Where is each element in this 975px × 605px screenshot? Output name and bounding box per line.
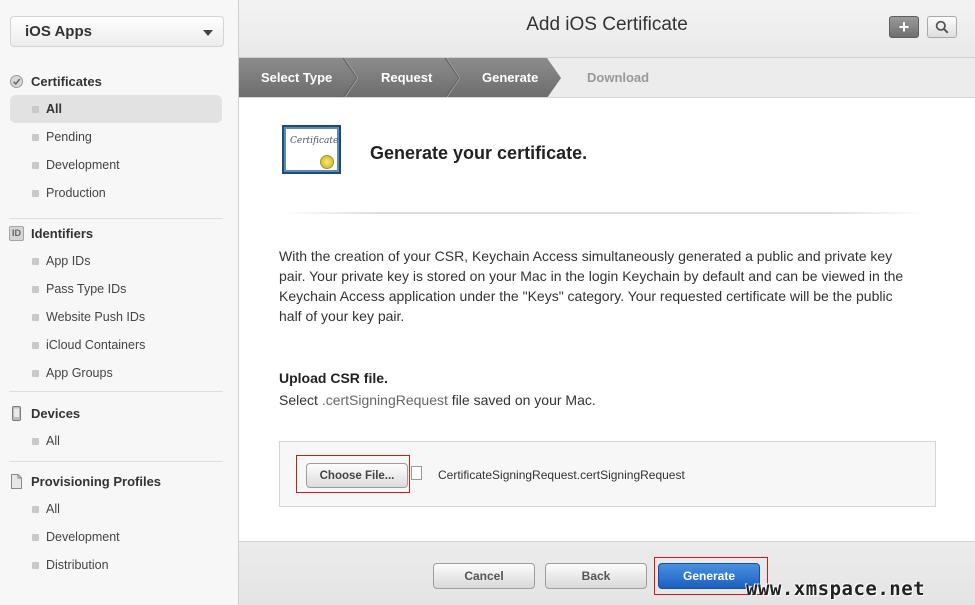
sidebar-item-label: iCloud Containers bbox=[46, 338, 146, 352]
page-header: Add iOS Certificate + bbox=[239, 0, 975, 58]
section-header-devices[interactable]: Devices bbox=[0, 399, 238, 427]
certificate-icon: Certificate bbox=[282, 125, 341, 174]
sidebar-item-label: All bbox=[46, 502, 60, 516]
step-separator-icon bbox=[444, 58, 460, 97]
app-type-select[interactable]: iOS Apps bbox=[10, 16, 224, 47]
sidebar-divider bbox=[9, 461, 223, 462]
section-title: Identifiers bbox=[31, 225, 94, 241]
sidebar-item-label: Distribution bbox=[46, 558, 109, 572]
certificate-icon-text: Certificate bbox=[290, 136, 339, 146]
app-type-select-label: iOS Apps bbox=[25, 23, 92, 40]
section-provisioning-profiles: Provisioning Profiles All Development Di… bbox=[0, 467, 238, 579]
step-download: Download bbox=[587, 70, 650, 85]
sidebar-item-app-groups[interactable]: App Groups bbox=[0, 359, 238, 387]
sidebar-item-label: Development bbox=[46, 530, 120, 544]
sidebar-item-pass-type-ids[interactable]: Pass Type IDs bbox=[0, 275, 238, 303]
sidebar-divider bbox=[9, 391, 223, 392]
bullet-icon bbox=[32, 285, 39, 293]
selected-file-name: CertificateSigningRequest.certSigningReq… bbox=[438, 468, 685, 482]
generate-button[interactable]: Generate bbox=[658, 563, 760, 589]
sidebar-item-label: App Groups bbox=[46, 366, 113, 380]
step-separator-icon bbox=[342, 58, 358, 97]
sidebar-item-website-push-ids[interactable]: Website Push IDs bbox=[0, 303, 238, 331]
sidebar-item-development[interactable]: Development bbox=[0, 151, 238, 179]
file-extension-text: .certSigningRequest bbox=[321, 392, 448, 408]
upload-instruction-prefix: Select bbox=[279, 392, 322, 408]
sidebar-item-label: Website Push IDs bbox=[46, 310, 146, 324]
cancel-button[interactable]: Cancel bbox=[433, 563, 535, 589]
sidebar-item-profiles-all[interactable]: All bbox=[0, 495, 238, 523]
sidebar-item-certificates-all[interactable]: All bbox=[10, 95, 222, 123]
section-header-certificates[interactable]: Certificates bbox=[0, 67, 238, 95]
step-request: Request bbox=[381, 70, 433, 85]
file-icon bbox=[411, 466, 422, 480]
bullet-icon bbox=[32, 533, 39, 541]
add-button[interactable]: + bbox=[889, 16, 919, 38]
chevron-down-icon bbox=[203, 30, 213, 36]
section-title: Certificates bbox=[31, 73, 102, 89]
divider bbox=[284, 212, 924, 214]
bullet-icon bbox=[32, 313, 39, 321]
sidebar-item-label: All bbox=[46, 102, 62, 116]
sidebar-item-label: App IDs bbox=[46, 254, 91, 268]
search-icon bbox=[935, 20, 949, 34]
upload-instruction-suffix: file saved on your Mac. bbox=[447, 392, 596, 408]
sidebar-item-label: Development bbox=[46, 158, 120, 172]
sidebar-item-label: Pass Type IDs bbox=[46, 282, 127, 296]
sidebar-item-label: Production bbox=[46, 186, 106, 200]
bullet-icon bbox=[32, 341, 39, 349]
bullet-icon bbox=[32, 105, 39, 113]
section-header-identifiers[interactable]: ID Identifiers bbox=[0, 219, 238, 247]
sidebar-item-pending[interactable]: Pending bbox=[0, 123, 238, 151]
step-generate: Generate bbox=[482, 70, 539, 85]
device-phone-icon bbox=[9, 405, 24, 421]
sidebar-item-label: All bbox=[46, 434, 60, 448]
page-title: Add iOS Certificate bbox=[526, 14, 688, 35]
upload-csr-title: Upload CSR file. bbox=[279, 370, 388, 386]
section-certificates: Certificates All Pending Development Pro… bbox=[0, 67, 238, 207]
choose-file-button[interactable]: Choose File... bbox=[306, 463, 408, 488]
upload-csr-instructions: Select .certSigningRequest file saved on… bbox=[279, 392, 596, 408]
bullet-icon bbox=[32, 189, 39, 197]
watermark: www.xmspace.net bbox=[746, 578, 926, 600]
bullet-icon bbox=[32, 369, 39, 377]
plus-icon: + bbox=[898, 16, 910, 37]
bullet-icon bbox=[32, 505, 39, 513]
section-header-provisioning-profiles[interactable]: Provisioning Profiles bbox=[0, 467, 238, 495]
file-upload-area: Choose File... CertificateSigningRequest… bbox=[279, 441, 936, 507]
sidebar-item-profiles-development[interactable]: Development bbox=[0, 523, 238, 551]
description-text: With the creation of your CSR, Keychain … bbox=[279, 248, 904, 324]
section-title-generate: Generate your certificate. bbox=[370, 143, 588, 163]
id-badge-icon: ID bbox=[9, 225, 24, 241]
section-devices: Devices All bbox=[0, 399, 238, 455]
sidebar: iOS Apps Certificates All Pending Develo… bbox=[0, 0, 239, 605]
step-progress-bar: Select Type Request Generate Download bbox=[239, 58, 975, 98]
bullet-icon bbox=[32, 161, 39, 169]
bullet-icon bbox=[32, 133, 39, 141]
back-button[interactable]: Back bbox=[545, 563, 647, 589]
sidebar-item-devices-all[interactable]: All bbox=[0, 427, 238, 455]
search-button[interactable] bbox=[927, 16, 957, 38]
section-identifiers: ID Identifiers App IDs Pass Type IDs Web… bbox=[0, 219, 238, 387]
seal-icon bbox=[320, 155, 334, 169]
sidebar-item-app-ids[interactable]: App IDs bbox=[0, 247, 238, 275]
section-title: Devices bbox=[31, 405, 81, 421]
sidebar-item-label: Pending bbox=[46, 130, 92, 144]
step-select-type: Select Type bbox=[261, 70, 333, 85]
sidebar-item-profiles-distribution[interactable]: Distribution bbox=[0, 551, 238, 579]
bullet-icon bbox=[32, 437, 39, 445]
bullet-icon bbox=[32, 257, 39, 265]
bullet-icon bbox=[32, 561, 39, 569]
main-panel: Add iOS Certificate + Select Type Reques… bbox=[239, 0, 975, 605]
sidebar-item-production[interactable]: Production bbox=[0, 179, 238, 207]
sidebar-item-icloud-containers[interactable]: iCloud Containers bbox=[0, 331, 238, 359]
section-title: Provisioning Profiles bbox=[31, 473, 162, 489]
certificate-check-icon bbox=[9, 74, 24, 89]
document-icon bbox=[9, 473, 24, 489]
